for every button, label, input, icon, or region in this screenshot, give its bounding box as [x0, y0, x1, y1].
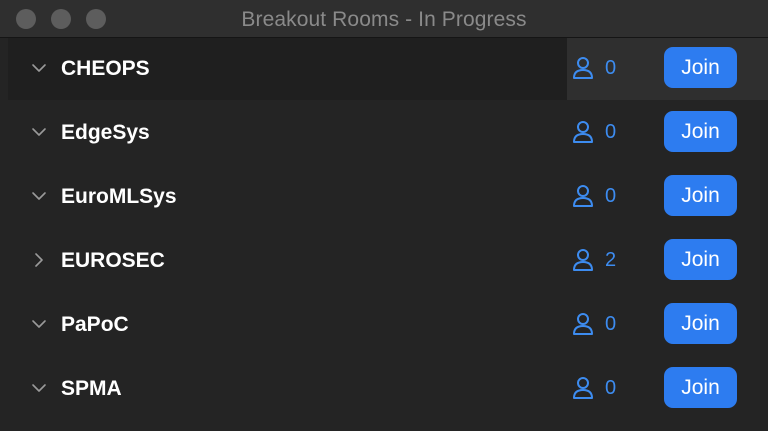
join-button[interactable]: Join — [664, 239, 737, 280]
chevron-down-icon[interactable] — [30, 123, 48, 141]
room-row-cheops[interactable]: CHEOPS 0 Join — [0, 38, 768, 100]
room-row-eurosec[interactable]: EUROSEC 2 Join — [0, 228, 768, 292]
person-icon — [572, 376, 594, 400]
chevron-down-icon[interactable] — [30, 59, 48, 77]
participant-count: 0 — [605, 185, 617, 207]
room-name: EuroMLSys — [61, 185, 177, 208]
participant-count: 0 — [605, 377, 617, 399]
person-icon — [572, 248, 594, 272]
title-bar: Breakout Rooms - In Progress — [0, 0, 768, 38]
chevron-right-icon[interactable] — [30, 251, 48, 269]
room-name: SPMA — [61, 377, 122, 400]
join-button[interactable]: Join — [664, 47, 737, 88]
room-row-euromlsys[interactable]: EuroMLSys 0 Join — [0, 164, 768, 228]
join-button[interactable]: Join — [664, 303, 737, 344]
participant-count: 0 — [605, 121, 617, 143]
join-button[interactable]: Join — [664, 367, 737, 408]
room-row-edgesys[interactable]: EdgeSys 0 Join — [0, 100, 768, 164]
participant-count: 0 — [605, 57, 617, 79]
join-button[interactable]: Join — [664, 175, 737, 216]
room-name: EUROSEC — [61, 249, 165, 272]
participant-count: 2 — [605, 249, 617, 271]
person-icon — [572, 312, 594, 336]
room-row-papoc[interactable]: PaPoC 0 Join — [0, 292, 768, 356]
room-row-spma[interactable]: SPMA 0 Join — [0, 356, 768, 420]
participant-count: 0 — [605, 313, 617, 335]
room-name: EdgeSys — [61, 121, 150, 144]
chevron-down-icon[interactable] — [30, 187, 48, 205]
breakout-rooms-window: Breakout Rooms - In Progress CHEOPS 0 Jo… — [0, 0, 768, 431]
chevron-down-icon[interactable] — [30, 379, 48, 397]
window-title: Breakout Rooms - In Progress — [241, 8, 527, 31]
person-icon — [572, 56, 594, 80]
person-icon — [572, 184, 594, 208]
breakout-room-list: CHEOPS 0 Join EdgeSys 0 Join EuroMLSys 0… — [0, 38, 768, 420]
chevron-down-icon[interactable] — [30, 315, 48, 333]
room-name: PaPoC — [61, 313, 129, 336]
join-button[interactable]: Join — [664, 111, 737, 152]
person-icon — [572, 120, 594, 144]
room-name: CHEOPS — [61, 57, 150, 80]
